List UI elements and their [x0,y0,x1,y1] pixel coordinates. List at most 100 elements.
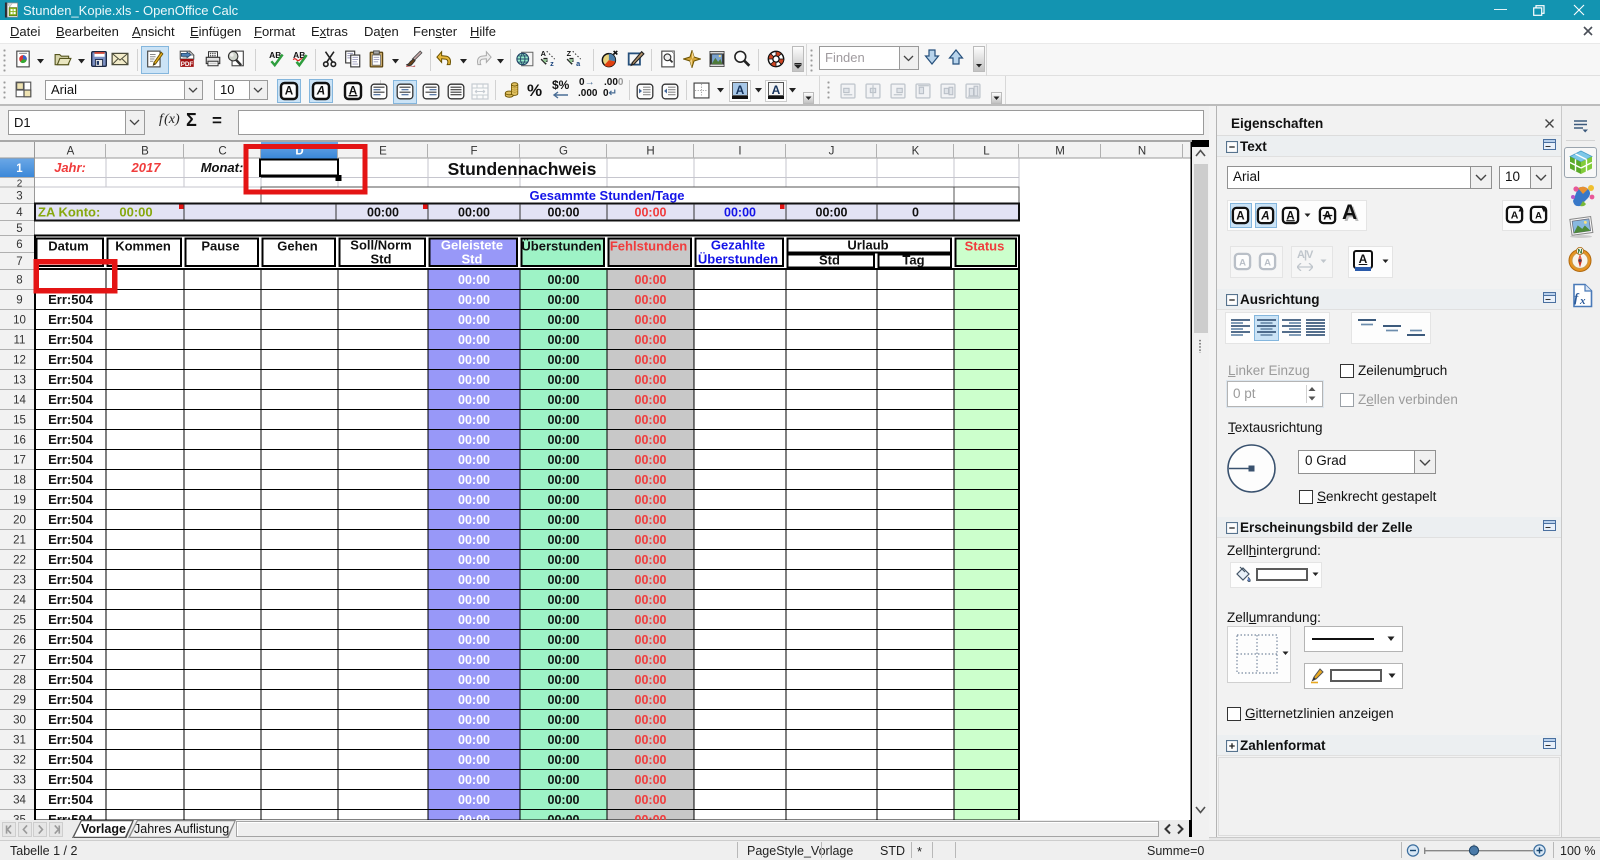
svg-text:00:00: 00:00 [458,793,490,807]
svg-text:00:00: 00:00 [548,793,580,807]
svg-text:00:00: 00:00 [548,206,580,220]
svg-text:I: I [738,146,741,158]
svg-text:Datum: Datum [48,239,88,254]
svg-text:Kommen: Kommen [115,239,171,254]
svg-text:00:00: 00:00 [548,633,580,647]
svg-text:00:00: 00:00 [635,433,667,447]
svg-text:PDF: PDF [181,61,194,68]
svg-text:00:00: 00:00 [458,733,490,747]
svg-text:7: 7 [16,256,22,268]
svg-text:Jahr:: Jahr: [54,160,86,175]
svg-text:9: 9 [16,295,22,307]
svg-text:00:00: 00:00 [635,813,667,820]
svg-text:18: 18 [13,475,26,487]
svg-text:Überstunden: Überstunden [521,239,601,254]
svg-text:00:00: 00:00 [548,273,580,287]
svg-text:00:00: 00:00 [458,313,490,327]
svg-text:Pause: Pause [201,239,239,254]
svg-text:00:00: 00:00 [635,453,667,467]
svg-text:19: 19 [13,495,26,507]
svg-text:N: N [1578,249,1583,256]
svg-text:00:00: 00:00 [548,473,580,487]
svg-text:00:00: 00:00 [458,573,490,587]
svg-text:00:00: 00:00 [548,393,580,407]
svg-text:00:00: 00:00 [458,373,490,387]
svg-text:00:00: 00:00 [635,533,667,547]
svg-text:00:00: 00:00 [458,773,490,787]
svg-text:Status: Status [965,239,1005,254]
svg-text:00:00: 00:00 [635,413,667,427]
svg-text:2: 2 [17,178,23,189]
svg-text:29: 29 [13,695,26,707]
svg-text:00:00: 00:00 [458,813,490,820]
svg-text:Stundennachweis: Stundennachweis [448,159,597,179]
svg-text:00:00: 00:00 [548,813,580,820]
svg-text:00:00: 00:00 [635,513,667,527]
svg-text:00:00: 00:00 [458,753,490,767]
svg-text:Urlaub: Urlaub [847,238,888,253]
svg-text:00:00: 00:00 [635,713,667,727]
svg-text:00:00: 00:00 [635,613,667,627]
svg-text:Fehlstunden: Fehlstunden [610,239,687,254]
svg-text:00:00: 00:00 [548,693,580,707]
svg-text:Err:504: Err:504 [48,512,94,527]
svg-text:28: 28 [13,675,26,687]
svg-text:00:00: 00:00 [548,413,580,427]
svg-text:Err:504: Err:504 [48,432,94,447]
svg-text:10: 10 [13,315,26,327]
svg-text:M: M [1055,146,1065,158]
svg-text:00:00: 00:00 [635,393,667,407]
svg-text:00:00: 00:00 [635,273,667,287]
svg-text:A: A [541,49,547,58]
svg-text:26: 26 [13,635,26,647]
svg-text:13: 13 [13,375,26,387]
svg-text:Err:504: Err:504 [48,292,94,307]
svg-text:Err:504: Err:504 [48,572,94,587]
svg-text:A: A [1236,209,1245,222]
svg-text:00:00: 00:00 [458,453,490,467]
svg-text:Err:504: Err:504 [48,632,94,647]
svg-text:00:00: 00:00 [548,433,580,447]
svg-text:30: 30 [13,715,26,727]
svg-text:Err:504: Err:504 [48,612,94,627]
svg-text:A: A [316,85,325,98]
svg-text:00:00: 00:00 [548,593,580,607]
svg-text:Err:504: Err:504 [48,812,94,820]
svg-text:22: 22 [13,555,26,567]
svg-text:00:00: 00:00 [635,633,667,647]
svg-text:L: L [983,146,990,158]
svg-text:00:00: 00:00 [635,753,667,767]
svg-text:00:00: 00:00 [635,693,667,707]
svg-text:00:00: 00:00 [458,593,490,607]
svg-text:Err:504: Err:504 [48,552,94,567]
svg-text:12: 12 [13,355,26,367]
svg-text:23: 23 [13,575,26,587]
svg-text:00:00: 00:00 [458,513,490,527]
svg-text:Err:504: Err:504 [48,692,94,707]
svg-text:8: 8 [16,275,22,287]
svg-text:00:00: 00:00 [548,733,580,747]
svg-text:00:00: 00:00 [548,573,580,587]
svg-text:Monat:: Monat: [201,160,244,175]
svg-text:00:00: 00:00 [458,473,490,487]
svg-text:Std: Std [462,252,483,267]
svg-text:00:00: 00:00 [548,713,580,727]
svg-text:00:00: 00:00 [635,573,667,587]
svg-text:31: 31 [13,735,26,747]
svg-text:5: 5 [16,223,22,235]
svg-text:00:00: 00:00 [548,613,580,627]
svg-text:A: A [1260,209,1269,222]
svg-text:00:00: 00:00 [548,373,580,387]
svg-text:Err:504: Err:504 [48,792,94,807]
svg-text:00:00: 00:00 [816,206,848,220]
svg-text:32: 32 [13,755,26,767]
svg-text:00:00: 00:00 [548,353,580,367]
svg-text:00:00: 00:00 [458,493,490,507]
svg-text:25: 25 [13,615,26,627]
svg-text:N: N [1138,146,1146,158]
svg-text:Tag: Tag [902,253,924,268]
svg-text:F: F [470,146,477,158]
svg-text:00:00: 00:00 [635,553,667,567]
svg-text:Err:504: Err:504 [48,412,94,427]
svg-text:00:00: 00:00 [635,593,667,607]
